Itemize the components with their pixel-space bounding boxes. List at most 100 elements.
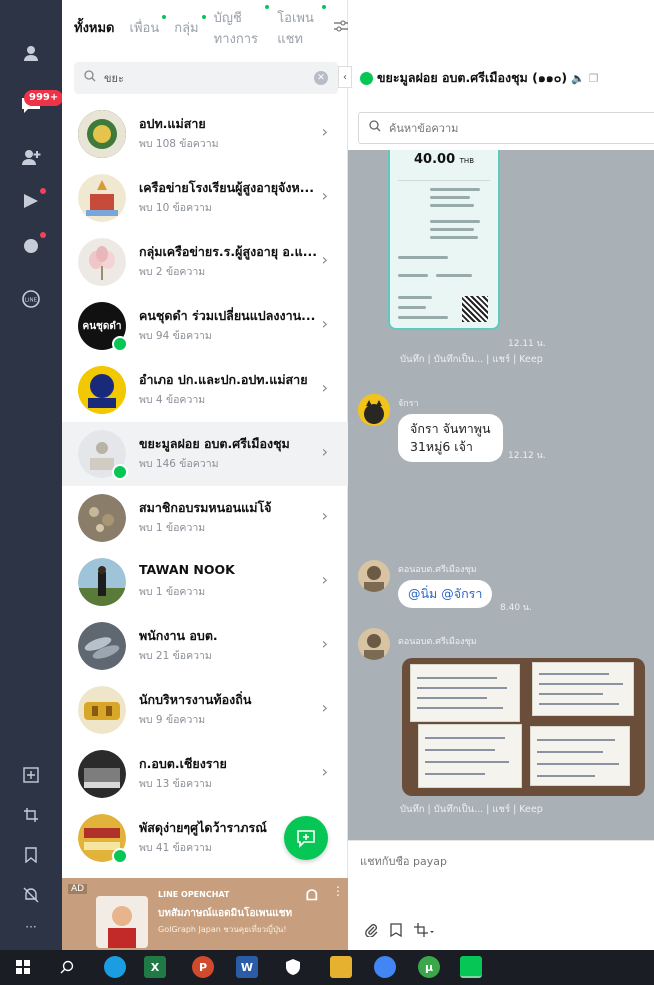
message-bubble[interactable]: จักรา จันทาพูน 31หมู่6 เจ้า — [398, 414, 503, 462]
chevron-right-icon: › — [321, 634, 328, 653]
file-explorer-icon[interactable] — [330, 956, 352, 978]
search-icon[interactable] — [56, 956, 78, 978]
chevron-right-icon: › — [321, 122, 328, 141]
avatar — [78, 558, 126, 606]
image-actions[interactable]: บันทึก | บันทึกเป็น... | แชร์ | Keep — [400, 352, 543, 367]
friends-icon[interactable] — [16, 38, 46, 68]
avatar — [78, 174, 126, 222]
edge-icon[interactable] — [104, 956, 126, 978]
message-bubble[interactable]: @นิ่ม @จักรา — [398, 580, 493, 608]
chevron-right-icon: › — [321, 250, 328, 269]
new-chat-button[interactable] — [284, 816, 328, 860]
avatar[interactable] — [358, 560, 390, 592]
receipt-image[interactable]: 40.00 THB — [388, 150, 500, 330]
avatar — [78, 494, 126, 542]
crop-icon[interactable] — [16, 800, 46, 830]
add-square-icon[interactable] — [16, 760, 46, 790]
chat-search-box[interactable] — [358, 112, 654, 144]
filter-tabs: ทั้งหมด เพื่อน กลุ่ม บัญชีทางการ โอเพนแช… — [62, 0, 348, 55]
avatar — [78, 750, 126, 798]
copy-icon[interactable]: ❐ — [589, 72, 599, 85]
mute-icon: 🔈 — [571, 71, 585, 85]
tab-friends[interactable]: เพื่อน — [130, 15, 167, 38]
openchat-badge-icon — [112, 336, 128, 352]
word-icon[interactable]: W — [236, 956, 258, 978]
excel-icon[interactable]: X — [144, 956, 166, 978]
avatar — [78, 238, 126, 286]
tab-openchat[interactable]: โอเพนแชท — [277, 4, 326, 49]
photo-message[interactable] — [402, 658, 645, 796]
list-item[interactable]: สมาชิกอบรมหนอนแม่โจ้ พบ 1 ข้อความ › — [62, 486, 348, 550]
list-item[interactable]: คนชุดดำ คนชุดดำ ร่วมเปลี่ยนแปลงงาน... พบ… — [62, 294, 348, 358]
bookmark-icon[interactable] — [390, 923, 402, 941]
list-item[interactable]: เครือข่ายโรงเรียนผู้สูงอายุจังห... พบ 10… — [62, 166, 348, 230]
chevron-right-icon: › — [321, 506, 328, 525]
unread-badge: 999+ — [24, 90, 64, 106]
utorrent-icon[interactable]: µ — [418, 956, 440, 978]
search-icon — [84, 70, 96, 86]
search-input[interactable] — [104, 71, 314, 85]
list-item[interactable]: นักบริหารงานท้องถิ่น พบ 9 ข้อความ › — [62, 678, 348, 742]
list-item[interactable]: อำเภอ ปก.และปก.อปท.แม่สาย พบ 4 ข้อความ › — [62, 358, 348, 422]
screenshot-icon[interactable] — [414, 923, 434, 941]
chat-list-panel: ทั้งหมด เพื่อน กลุ่ม บัญชีทางการ โอเพนแช… — [62, 0, 348, 950]
ad-image — [96, 896, 148, 948]
chevron-right-icon: › — [321, 186, 328, 205]
chevron-right-icon: › — [321, 698, 328, 717]
more-icon[interactable]: ··· — [16, 912, 46, 942]
mention[interactable]: @นิ่ม @จักรา — [408, 586, 482, 601]
start-icon[interactable] — [12, 956, 34, 978]
chat-title: ขยะมูลฝอย อบต.ศรีเมืองชุม (๑๑๐) 🔈 ❐ — [360, 68, 599, 88]
security-shield-icon[interactable] — [282, 956, 304, 978]
list-item[interactable]: ก.อบต.เชียงราย พบ 13 ข้อความ › — [62, 742, 348, 806]
filter-settings-icon[interactable] — [334, 20, 348, 36]
avatar[interactable] — [358, 394, 390, 426]
chrome-icon[interactable] — [374, 956, 396, 978]
ad-banner[interactable]: AD LINE OPENCHAT บทสัมภาษณ์แอดมินโอเพนแช… — [62, 878, 348, 950]
side-rail: 999+ LINE ··· — [0, 0, 64, 950]
powerpoint-icon[interactable]: P — [192, 956, 214, 978]
search-box[interactable]: ✕ — [74, 62, 338, 94]
notification-dot — [40, 188, 46, 194]
svg-text:LINE: LINE — [25, 298, 38, 304]
chevron-right-icon: › — [321, 314, 328, 333]
list-item[interactable]: อปท.แม่สาย พบ 108 ข้อความ › — [62, 102, 348, 166]
avatar — [78, 110, 126, 158]
add-friend-icon[interactable] — [16, 142, 46, 172]
tab-official[interactable]: บัญชีทางการ — [214, 4, 270, 49]
voom-icon[interactable] — [16, 186, 46, 216]
qr-code — [462, 296, 488, 322]
openchat-icon — [360, 71, 373, 85]
avatar — [78, 366, 126, 414]
openchat-badge-icon — [112, 848, 128, 864]
clear-search-icon[interactable]: ✕ — [314, 71, 328, 85]
tab-all[interactable]: ทั้งหมด — [74, 17, 115, 38]
bookmark-icon[interactable] — [16, 840, 46, 870]
line-icon[interactable]: LINE — [16, 284, 46, 314]
list-item[interactable]: TAWAN NOOK พบ 1 ข้อความ › — [62, 550, 348, 614]
chevron-right-icon: › — [321, 762, 328, 781]
message-area: 40.00 THB 12.11 น. บันทึก | บันทึกเป็น..… — [348, 150, 654, 840]
openchat-badge-icon — [112, 464, 128, 480]
list-item[interactable]: กลุ่มเครือข่ายร.ร.ผู้สูงอายุ อ.แ... พบ 2… — [62, 230, 348, 294]
message-input[interactable] — [360, 855, 640, 868]
chevron-right-icon: › — [321, 442, 328, 461]
search-icon — [369, 120, 381, 136]
windows-taskbar: X P W µ — [0, 950, 654, 985]
tab-groups[interactable]: กลุ่ม — [174, 15, 206, 38]
list-item[interactable]: พนักงาน อบต. พบ 21 ข้อความ › — [62, 614, 348, 678]
chat-search-input[interactable] — [389, 121, 629, 135]
avatar[interactable] — [358, 628, 390, 660]
attach-icon[interactable] — [364, 923, 378, 941]
avatar — [78, 622, 126, 670]
message-composer — [348, 840, 654, 950]
mute-icon[interactable] — [16, 880, 46, 910]
more-options-icon[interactable]: ⋮ — [332, 884, 344, 898]
news-icon[interactable] — [16, 230, 46, 260]
line-app-icon[interactable] — [460, 956, 482, 978]
collapse-list-button[interactable]: ‹ — [338, 66, 352, 88]
list-item-selected[interactable]: ขยะมูลฝอย อบต.ศรีเมืองชุม พบ 146 ข้อความ… — [62, 422, 348, 486]
image-actions[interactable]: บันทึก | บันทึกเป็น... | แชร์ | Keep — [400, 802, 543, 817]
notification-dot — [40, 232, 46, 238]
chevron-right-icon: › — [321, 570, 328, 589]
